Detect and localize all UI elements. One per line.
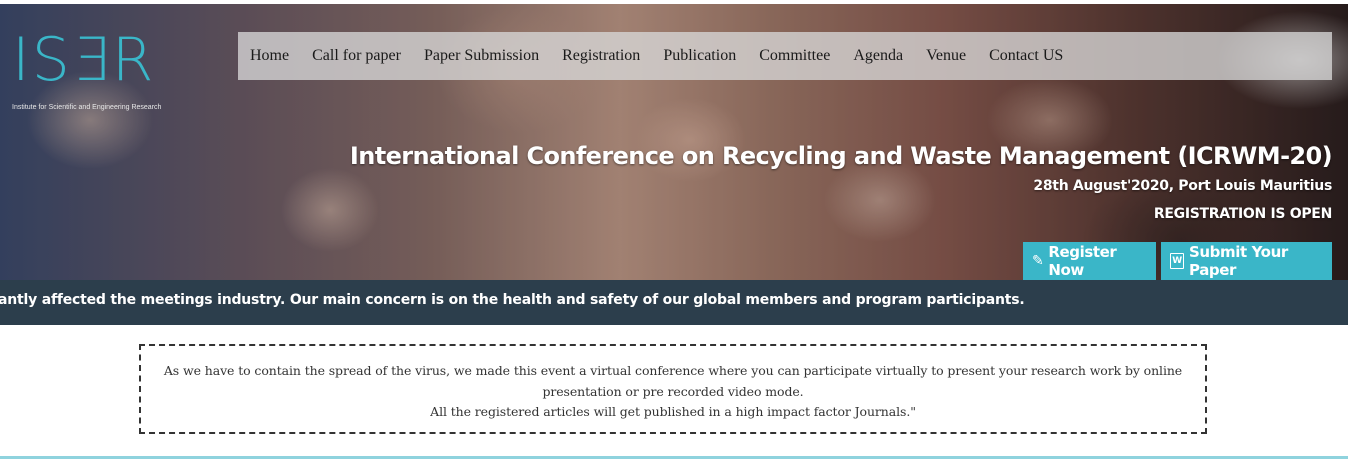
nav-contact-us[interactable]: Contact US [989, 47, 1063, 65]
logo-tagline: Institute for Scientific and Engineering… [12, 104, 162, 111]
pencil-icon: ✎ [1032, 253, 1044, 269]
nav-registration[interactable]: Registration [562, 47, 640, 65]
hero-actions: ✎ Register Now W Submit Your Paper [1023, 242, 1332, 280]
nav-committee[interactable]: Committee [759, 47, 830, 65]
nav-call-for-paper[interactable]: Call for paper [312, 47, 401, 65]
ticker-text: antly affected the meetings industry. Ou… [0, 292, 1025, 308]
nav-paper-submission[interactable]: Paper Submission [424, 47, 539, 65]
submit-paper-label: Submit Your Paper [1189, 243, 1288, 279]
register-now-label: Register Now [1048, 243, 1117, 279]
nav-publication[interactable]: Publication [663, 47, 736, 65]
logo-mark: ISER [12, 25, 156, 95]
conference-date-location: 28th August'2020, Port Louis Mauritius [1033, 178, 1332, 194]
registration-status: REGISTRATION IS OPEN [1153, 206, 1332, 222]
nav-home[interactable]: Home [250, 47, 289, 65]
site-logo[interactable]: ISER Institute for Scientific and Engine… [12, 25, 162, 120]
virtual-conference-notice: As we have to contain the spread of the … [139, 344, 1207, 434]
notice-line-1: As we have to contain the spread of the … [163, 363, 1183, 378]
top-border [0, 0, 1348, 4]
notice-line-2: presentation or pre recorded video mode. [542, 383, 804, 399]
word-document-icon: W [1170, 253, 1184, 269]
hero-text: International Conference on Recycling an… [349, 140, 1333, 224]
news-ticker: antly affected the meetings industry. Ou… [0, 280, 1348, 325]
main-nav: Home Call for paper Paper Submission Reg… [238, 32, 1332, 80]
notice-line-3: All the registered articles will get pub… [430, 404, 916, 419]
section-divider [0, 456, 1348, 459]
conference-title: International Conference on Recycling an… [349, 142, 1333, 170]
nav-venue[interactable]: Venue [926, 47, 966, 65]
register-now-button[interactable]: ✎ Register Now [1023, 242, 1156, 280]
nav-agenda[interactable]: Agenda [853, 47, 903, 65]
submit-paper-button[interactable]: W Submit Your Paper [1161, 242, 1332, 280]
